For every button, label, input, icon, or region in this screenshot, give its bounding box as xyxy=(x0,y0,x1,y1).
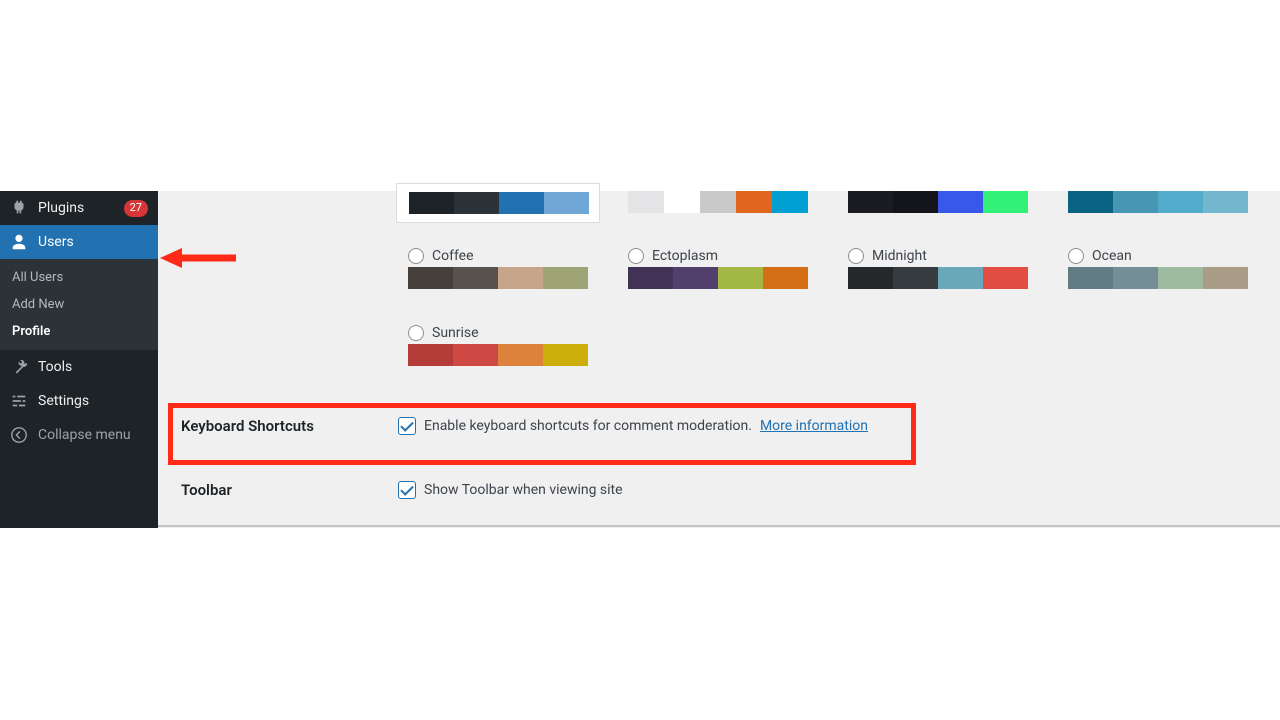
color-swatch xyxy=(408,267,588,289)
keyboard-shortcuts-checkbox[interactable] xyxy=(398,417,416,435)
sidebar-item-settings[interactable]: Settings xyxy=(0,384,158,418)
sidebar-item-users[interactable]: Users xyxy=(0,225,158,259)
toolbar-row: Toolbar Show Toolbar when viewing site xyxy=(178,481,1260,499)
radio-icon[interactable] xyxy=(848,248,864,264)
submenu-add-new[interactable]: Add New xyxy=(0,291,158,318)
scheme-name: Ocean xyxy=(1092,248,1132,264)
color-swatch xyxy=(848,267,1028,289)
color-swatch xyxy=(628,191,808,213)
color-scheme-row xyxy=(408,191,1248,215)
sidebar-item-label: Plugins xyxy=(38,200,114,216)
scheme-name: Midnight xyxy=(872,248,927,264)
sliders-icon xyxy=(10,392,28,410)
sidebar-item-plugins[interactable]: Plugins 27 xyxy=(0,191,158,225)
sidebar-collapse[interactable]: Collapse menu xyxy=(0,418,158,452)
admin-sidebar: Plugins 27 Users All Users Add New Profi… xyxy=(0,191,158,528)
color-scheme-option[interactable]: Coffee xyxy=(408,248,588,289)
users-submenu: All Users Add New Profile xyxy=(0,259,158,350)
row-label: Keyboard Shortcuts xyxy=(178,417,398,435)
profile-content: Coffee Ectoplasm Midnight Ocean Sunrise Key… xyxy=(158,191,1280,528)
color-swatch xyxy=(409,192,589,214)
checkbox-label: Enable keyboard shortcuts for comment mo… xyxy=(424,418,752,434)
sidebar-item-label: Tools xyxy=(38,359,148,375)
sidebar-item-tools[interactable]: Tools xyxy=(0,350,158,384)
collapse-icon xyxy=(10,426,28,444)
submenu-profile[interactable]: Profile xyxy=(0,318,158,345)
color-scheme-row: Sunrise xyxy=(408,325,588,366)
radio-icon[interactable] xyxy=(1068,248,1084,264)
color-swatch xyxy=(628,267,808,289)
color-scheme-option[interactable] xyxy=(848,191,1028,215)
color-scheme-option[interactable]: Midnight xyxy=(848,248,1028,289)
radio-icon[interactable] xyxy=(408,325,424,341)
color-scheme-option[interactable] xyxy=(1068,191,1248,215)
divider xyxy=(158,525,1280,527)
sidebar-item-label: Collapse menu xyxy=(38,427,148,443)
keyboard-shortcuts-row: Keyboard Shortcuts Enable keyboard short… xyxy=(178,417,1260,435)
color-scheme-option[interactable]: Ocean xyxy=(1068,248,1248,289)
color-swatch xyxy=(848,191,1028,213)
color-scheme-option[interactable]: Sunrise xyxy=(408,325,588,366)
color-swatch xyxy=(1068,267,1248,289)
submenu-all-users[interactable]: All Users xyxy=(0,264,158,291)
scheme-name: Coffee xyxy=(432,248,474,264)
scheme-name: Sunrise xyxy=(432,325,479,341)
toolbar-checkbox[interactable] xyxy=(398,481,416,499)
plugin-icon xyxy=(10,199,28,217)
user-icon xyxy=(10,233,28,251)
color-scheme-option[interactable] xyxy=(628,191,808,215)
color-swatch xyxy=(1068,191,1248,213)
update-count-badge: 27 xyxy=(124,200,148,217)
radio-icon[interactable] xyxy=(408,248,424,264)
sidebar-item-label: Settings xyxy=(38,393,148,409)
color-swatch xyxy=(408,344,588,366)
color-scheme-row: Coffee Ectoplasm Midnight Ocean xyxy=(408,248,1248,289)
scheme-name: Ectoplasm xyxy=(652,248,718,264)
wrench-icon xyxy=(10,358,28,376)
more-information-link[interactable]: More information xyxy=(760,418,868,434)
radio-icon[interactable] xyxy=(628,248,644,264)
color-scheme-option[interactable] xyxy=(408,191,588,215)
color-scheme-option[interactable]: Ectoplasm xyxy=(628,248,808,289)
row-label: Toolbar xyxy=(178,481,398,499)
checkbox-label: Show Toolbar when viewing site xyxy=(424,482,623,498)
sidebar-item-label: Users xyxy=(38,234,148,250)
